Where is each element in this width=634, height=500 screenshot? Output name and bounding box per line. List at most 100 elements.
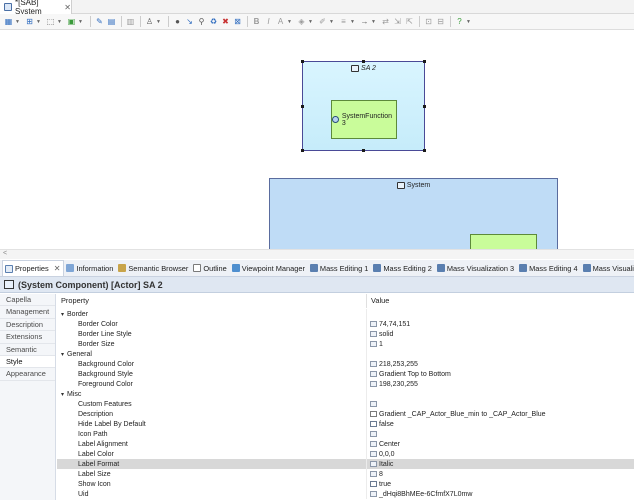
- actor-node-sa2[interactable]: SA 2 SystemFunction 3: [301, 60, 426, 152]
- property-row[interactable]: Icon Path: [57, 429, 634, 439]
- resize-handle[interactable]: [423, 149, 426, 152]
- tab-mass-editing-4[interactable]: Mass Editing 4: [517, 260, 580, 276]
- property-row[interactable]: Label Alignment Center: [57, 439, 634, 449]
- property-group-misc[interactable]: ▾ Misc: [57, 389, 634, 399]
- property-row[interactable]: Label Size 8: [57, 469, 634, 479]
- property-row[interactable]: Hide Label By Default false: [57, 419, 634, 429]
- property-row[interactable]: Background Color 218,253,255: [57, 359, 634, 369]
- auto-size-icon[interactable]: ⇱: [404, 16, 415, 27]
- value-icon: [370, 471, 377, 477]
- editor-tab-sab-system[interactable]: *[SAB] System ✕: [0, 0, 72, 16]
- property-label: Border Color: [78, 320, 118, 328]
- hide-icon[interactable]: ↘: [184, 16, 195, 27]
- tab-mass-visualization-3[interactable]: Mass Visualization 3: [435, 260, 517, 276]
- horizontal-scrollbar[interactable]: <: [0, 249, 634, 259]
- property-row[interactable]: Foreground Color 198,230,255: [57, 379, 634, 389]
- line-color-icon[interactable]: ✐: [317, 16, 328, 27]
- person-icon[interactable]: ♙: [144, 16, 155, 27]
- dot-icon[interactable]: ●: [172, 16, 183, 27]
- section-tab-appearance[interactable]: Appearance: [0, 368, 55, 381]
- chevron-down-icon[interactable]: ▼: [466, 16, 471, 27]
- tab-label: Viewpoint Manager: [241, 263, 305, 273]
- resize-handle[interactable]: [301, 60, 304, 63]
- section-tab-description[interactable]: Description: [0, 319, 55, 332]
- section-tab-management[interactable]: Management: [0, 306, 55, 319]
- property-row[interactable]: Border Color 74,74,151: [57, 319, 634, 329]
- close-icon[interactable]: ✕: [64, 3, 71, 12]
- tab-information[interactable]: Information: [64, 260, 116, 276]
- chevron-down-icon[interactable]: ▼: [15, 16, 20, 27]
- pin-icon[interactable]: ✎: [94, 16, 105, 27]
- tab-semantic-browser[interactable]: Semantic Browser: [116, 260, 191, 276]
- property-row[interactable]: Label Color 0,0,0: [57, 449, 634, 459]
- router-icon[interactable]: ⇄: [380, 16, 391, 27]
- arrange-icon[interactable]: ⊞: [24, 16, 35, 27]
- arrow-style-icon[interactable]: →: [359, 16, 370, 27]
- layout-icon[interactable]: ▦: [3, 16, 14, 27]
- property-row[interactable]: Border Line Style solid: [57, 329, 634, 339]
- function-node-systemfunction3[interactable]: SystemFunction 3: [331, 100, 397, 139]
- property-row[interactable]: Border Size 1: [57, 339, 634, 349]
- chevron-down-icon[interactable]: ▼: [371, 16, 376, 27]
- chevron-down-icon[interactable]: ▼: [36, 16, 41, 27]
- copy-format-icon[interactable]: ▥: [125, 16, 136, 27]
- section-tab-extensions[interactable]: Extensions: [0, 331, 55, 344]
- chevron-down-icon[interactable]: ▼: [287, 16, 292, 27]
- property-row[interactable]: Show Icon true: [57, 479, 634, 489]
- chevron-down-icon[interactable]: ▼: [350, 16, 355, 27]
- resize-handle[interactable]: [362, 149, 365, 152]
- pin-icon[interactable]: ⚲: [196, 16, 207, 27]
- size-icon[interactable]: ⇲: [392, 16, 403, 27]
- property-row[interactable]: Background Style Gradient Top to Bottom: [57, 369, 634, 379]
- bold-icon[interactable]: B: [251, 16, 262, 27]
- tab-mass-editing-1[interactable]: Mass Editing 1: [308, 260, 371, 276]
- chevron-down-icon[interactable]: ▼: [57, 16, 62, 27]
- function-node[interactable]: [470, 234, 537, 249]
- delete-model-icon[interactable]: ⊠: [232, 16, 243, 27]
- select-icon[interactable]: ⬚: [45, 16, 56, 27]
- column-header-value[interactable]: Value: [367, 294, 634, 308]
- filter-icon[interactable]: ▣: [66, 16, 77, 27]
- resize-handle[interactable]: [301, 105, 304, 108]
- section-tab-style[interactable]: Style: [0, 355, 55, 369]
- refresh-icon[interactable]: ♻: [208, 16, 219, 27]
- tab-outline[interactable]: Outline: [191, 260, 229, 276]
- property-row[interactable]: Description Gradient _CAP_Actor_Blue_min…: [57, 409, 634, 419]
- tab-properties[interactable]: Properties ✕: [2, 260, 65, 276]
- chevron-down-icon[interactable]: ▾: [61, 351, 64, 358]
- chevron-down-icon[interactable]: ▾: [61, 391, 64, 398]
- tab-viewpoint-manager[interactable]: Viewpoint Manager: [230, 260, 308, 276]
- line-style-icon[interactable]: ≡: [338, 16, 349, 27]
- section-tab-semantic[interactable]: Semantic: [0, 344, 55, 356]
- property-group-general[interactable]: ▾ General: [57, 349, 634, 359]
- chevron-down-icon[interactable]: ▼: [78, 16, 83, 27]
- scroll-left-icon[interactable]: <: [3, 250, 7, 257]
- close-icon[interactable]: ✕: [54, 264, 61, 273]
- chevron-down-icon[interactable]: ▼: [308, 16, 313, 27]
- font-color-icon[interactable]: A: [275, 16, 286, 27]
- system-node[interactable]: System: [269, 178, 558, 249]
- property-row-selected[interactable]: Label Format Italic: [57, 459, 634, 469]
- tab-mass-visualization-5[interactable]: Mass Visualization 5: [581, 260, 634, 276]
- column-header-property[interactable]: Property: [57, 294, 367, 308]
- property-group-border[interactable]: ▾ Border: [57, 309, 634, 319]
- resize-handle[interactable]: [423, 60, 426, 63]
- grid-icon[interactable]: ⊟: [435, 16, 446, 27]
- tab-mass-editing-2[interactable]: Mass Editing 2: [371, 260, 434, 276]
- zoom-icon[interactable]: ⊡: [423, 16, 434, 27]
- diagram-canvas[interactable]: SA 2 SystemFunction 3 System: [0, 31, 634, 249]
- help-icon[interactable]: ?: [454, 16, 465, 27]
- chevron-down-icon[interactable]: ▾: [61, 311, 64, 318]
- image-icon[interactable]: ▤: [106, 16, 117, 27]
- resize-handle[interactable]: [362, 60, 365, 63]
- chevron-down-icon[interactable]: ▼: [329, 16, 334, 27]
- section-tab-capella[interactable]: Capella: [0, 294, 55, 307]
- resize-handle[interactable]: [301, 149, 304, 152]
- property-row[interactable]: Custom Features: [57, 399, 634, 409]
- italic-icon[interactable]: I: [263, 16, 274, 27]
- chevron-down-icon[interactable]: ▼: [156, 16, 161, 27]
- delete-icon[interactable]: ✖: [220, 16, 231, 27]
- resize-handle[interactable]: [423, 105, 426, 108]
- fill-color-icon[interactable]: ◈: [296, 16, 307, 27]
- property-row[interactable]: Uid _dHqi8BhMEe-6CfmfX7L0mw: [57, 489, 634, 499]
